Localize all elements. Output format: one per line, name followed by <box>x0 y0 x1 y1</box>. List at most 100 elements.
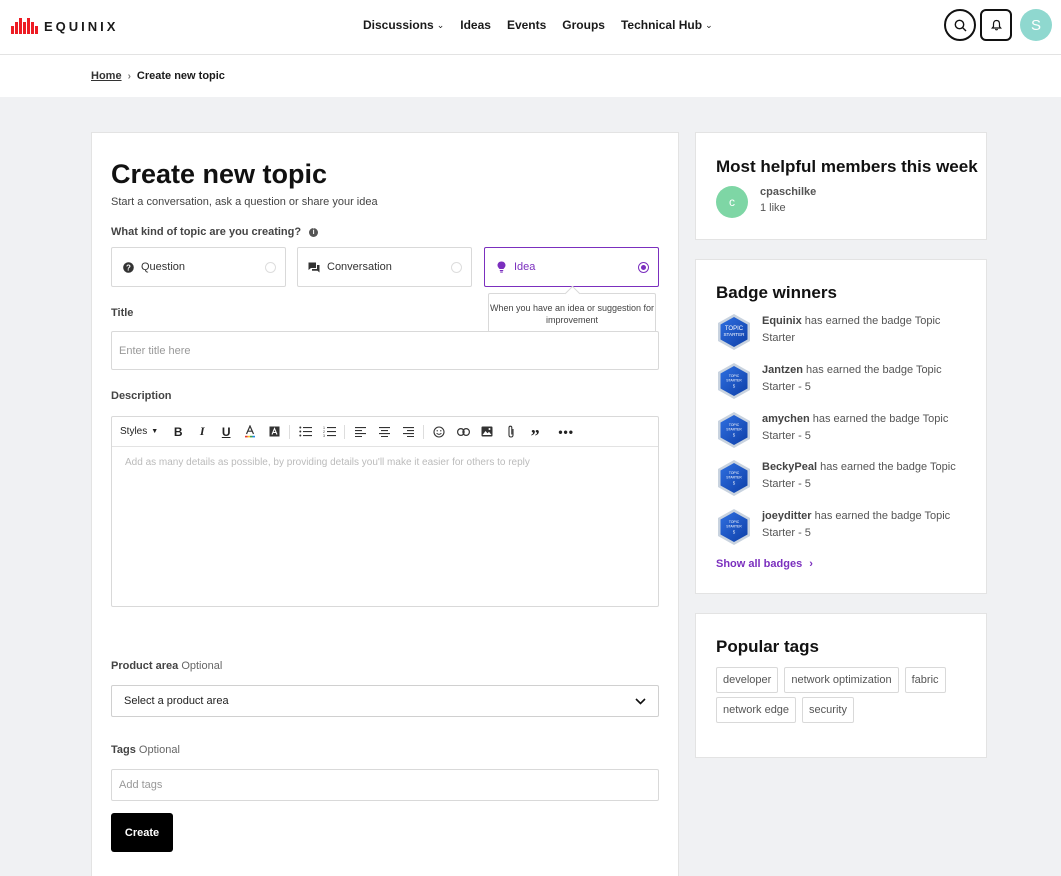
styles-dropdown[interactable]: Styles ▼ <box>120 426 158 437</box>
bullet-list-icon[interactable] <box>293 421 317 443</box>
most-helpful-title: Most helpful members this week <box>716 157 978 176</box>
tag-chip[interactable]: network edge <box>716 697 797 723</box>
topic-starter-badge-icon: TOPICSTARTER5 <box>718 363 750 399</box>
chat-bubbles-icon <box>307 262 321 273</box>
avatar[interactable]: c <box>716 186 748 218</box>
topic-kind-label: What kind of topic are you creating? i <box>111 226 319 238</box>
radio-button-selected[interactable] <box>638 262 649 273</box>
badge-winner-text: BeckyPeal has earned the badge Topic Sta… <box>762 459 972 497</box>
show-all-badges-link[interactable]: Show all badges › <box>716 558 813 570</box>
more-options-icon[interactable]: ••• <box>554 421 578 443</box>
title-label: Title <box>111 307 134 319</box>
popular-tags-card: Popular tags developer network optimizati… <box>695 613 987 758</box>
page-title: Create new topic <box>111 159 328 189</box>
tag-chip[interactable]: developer <box>716 667 779 693</box>
question-circle-icon: ? <box>121 261 135 273</box>
kind-option-label: Question <box>141 261 186 273</box>
most-helpful-card: Most helpful members this week c cpaschi… <box>695 132 987 240</box>
radio-button[interactable] <box>265 262 276 273</box>
tags-label-text: Tags <box>111 744 136 756</box>
tag-chip[interactable]: network optimization <box>784 667 899 693</box>
product-area-select[interactable]: Select a product area <box>111 685 659 717</box>
nav-technical-hub[interactable]: Technical Hub ⌄ <box>621 18 713 32</box>
badge-winner-row: TOPIC STARTER 5 joeyditter has earned the b… <box>716 508 972 546</box>
product-area-value: Select a product area <box>124 695 229 707</box>
highlight-color-icon[interactable] <box>262 421 286 443</box>
kind-option-question[interactable]: ? Question <box>111 247 286 287</box>
badge-winner-user[interactable]: Jantzen <box>762 364 803 376</box>
kind-option-idea[interactable]: Idea <box>484 247 659 287</box>
helpful-member: c cpaschilke 1 like <box>716 186 816 218</box>
breadcrumb-bar: Home › Create new topic <box>0 55 1061 97</box>
badge-winner-row: TOPIC STARTER 5 amychen has earned the badg… <box>716 411 972 449</box>
tag-list: developer network optimization fabric netwo… <box>716 667 976 723</box>
svg-text:TOPIC: TOPIC <box>729 423 740 427</box>
kind-option-conversation[interactable]: Conversation <box>297 247 472 287</box>
description-placeholder: Add as many details as possible, by prov… <box>125 457 530 468</box>
breadcrumb: Home › Create new topic <box>91 70 225 82</box>
badge-winner-user[interactable]: amychen <box>762 413 810 425</box>
image-icon[interactable] <box>475 421 499 443</box>
nav-events[interactable]: Events <box>507 18 546 32</box>
bold-icon[interactable]: B <box>166 421 190 443</box>
lightbulb-icon <box>494 261 508 273</box>
chevron-right-icon: › <box>127 70 131 82</box>
badge-winner-text: amychen has earned the badge Topic Start… <box>762 411 972 449</box>
topic-starter-badge-icon: TOPICSTARTER5 <box>718 460 750 496</box>
info-icon[interactable]: i <box>309 227 319 237</box>
title-input[interactable]: Enter title here <box>111 331 659 370</box>
chevron-down-icon: ⌄ <box>436 19 445 30</box>
user-avatar[interactable]: S <box>1020 9 1052 41</box>
idea-tooltip: When you have an idea or suggestion for … <box>488 293 656 336</box>
italic-icon[interactable]: I <box>190 421 214 443</box>
badge-winner-user[interactable]: joeyditter <box>762 510 812 522</box>
product-area-label: Product area Optional <box>111 660 222 672</box>
toolbar-divider <box>289 424 291 439</box>
svg-text:STARTER: STARTER <box>723 332 745 337</box>
popular-tags-title: Popular tags <box>716 637 819 656</box>
underline-icon[interactable]: U <box>214 421 238 443</box>
topic-starter-badge-icon: TOPICSTARTER5 <box>718 412 750 448</box>
nav-label: Events <box>506 18 547 32</box>
svg-text:STARTER: STARTER <box>726 525 742 529</box>
toolbar-spacer <box>550 425 551 439</box>
styles-label: Styles <box>120 426 148 437</box>
attachment-icon[interactable] <box>499 421 523 443</box>
notifications-button[interactable] <box>980 9 1012 41</box>
tags-label: Tags Optional <box>111 744 180 756</box>
product-area-label-text: Product area <box>111 660 179 672</box>
svg-text:TOPIC: TOPIC <box>729 374 740 378</box>
svg-text:TOPIC: TOPIC <box>729 471 740 475</box>
tag-chip[interactable]: fabric <box>904 667 946 693</box>
nav-ideas[interactable]: Ideas <box>460 18 491 32</box>
svg-text:STARTER: STARTER <box>726 476 742 480</box>
badge-winners-card: Badge winners TOPIC STARTER Equinix has ea… <box>695 259 987 594</box>
text-color-icon[interactable] <box>238 421 262 443</box>
badge-winner-text: Jantzen has earned the badge Topic Start… <box>762 362 972 400</box>
align-left-icon[interactable] <box>348 421 372 443</box>
badge-winner-user[interactable]: Equinix <box>762 315 802 327</box>
align-center-icon[interactable] <box>372 421 396 443</box>
equinix-logo[interactable]: EQUINIX <box>11 17 118 35</box>
link-icon[interactable] <box>451 421 475 443</box>
align-right-icon[interactable] <box>396 421 420 443</box>
breadcrumb-home-link[interactable]: Home <box>91 70 122 82</box>
tag-chip[interactable]: security <box>802 697 854 723</box>
numbered-list-icon[interactable]: 123 <box>317 421 341 443</box>
emoji-icon[interactable] <box>427 421 451 443</box>
toolbar-divider <box>423 424 425 439</box>
tags-input[interactable]: Add tags <box>111 769 659 801</box>
tags-placeholder: Add tags <box>119 779 163 791</box>
description-editor[interactable]: Styles ▼ B I U 123 ” ••• Add as many det… <box>111 416 659 607</box>
kind-option-label: Idea <box>514 261 536 273</box>
create-button[interactable]: Create <box>111 813 173 852</box>
member-name-link[interactable]: cpaschilke <box>760 186 816 198</box>
search-button[interactable] <box>944 9 976 41</box>
badge-winner-user[interactable]: BeckyPeal <box>762 461 817 473</box>
nav-discussions[interactable]: Discussions ⌄ <box>363 18 444 32</box>
radio-button[interactable] <box>451 262 462 273</box>
svg-text:3: 3 <box>323 434 325 437</box>
nav-groups[interactable]: Groups <box>562 18 605 32</box>
quote-icon[interactable]: ” <box>523 421 547 445</box>
header-actions: S <box>944 9 1052 41</box>
